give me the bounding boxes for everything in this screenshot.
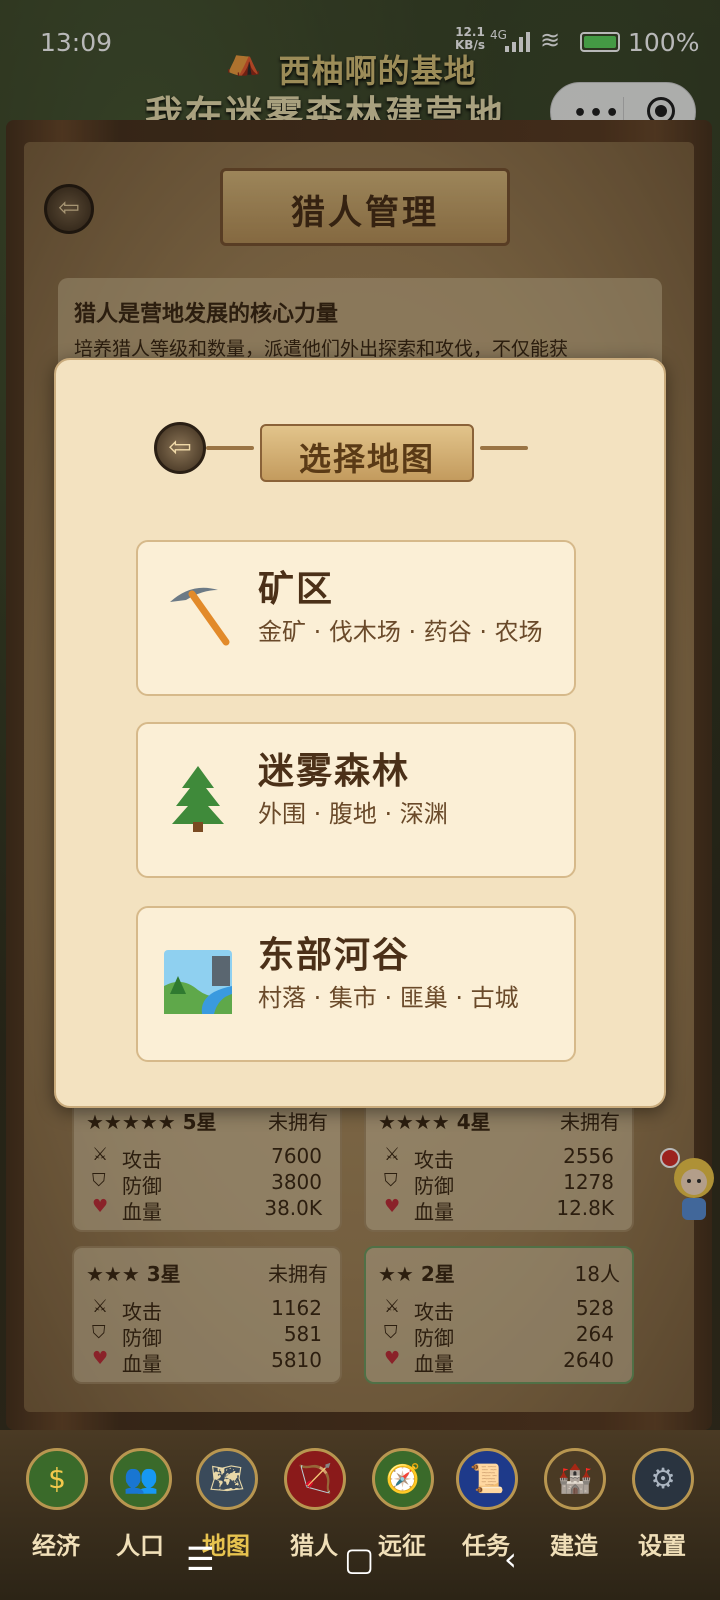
nav-build[interactable]: 🏰 建造 bbox=[534, 1442, 614, 1592]
back-icon[interactable]: ‹ bbox=[504, 1540, 517, 1578]
map-option-misty-forest[interactable]: 迷雾森林 外围 · 腹地 · 深渊 bbox=[136, 722, 576, 878]
evergreen-tree-icon bbox=[172, 766, 224, 832]
pickaxe-icon bbox=[170, 587, 230, 646]
map-icon: 🗺 bbox=[196, 1448, 258, 1510]
nav-economy[interactable]: $ 经济 bbox=[16, 1442, 96, 1592]
nav-population[interactable]: 👥 人口 bbox=[100, 1442, 180, 1592]
people-icon: 👥 bbox=[110, 1448, 172, 1510]
nav-settings[interactable]: ⚙ 设置 bbox=[622, 1442, 702, 1592]
bow-icon: 🏹 bbox=[284, 1448, 346, 1510]
compass-icon: 🧭 bbox=[372, 1448, 434, 1510]
castle-icon: 🏰 bbox=[544, 1448, 606, 1510]
dialog-title-banner: 选择地图 bbox=[206, 424, 528, 482]
menu-icon[interactable]: ☰ bbox=[186, 1540, 215, 1578]
select-map-dialog: ⇦ 选择地图 矿区 金矿 · 伐木场 · 药谷 · 农场 迷雾森林 外围 · 腹… bbox=[54, 358, 666, 1108]
scroll-icon: 📜 bbox=[456, 1448, 518, 1510]
map-option-east-valley[interactable]: 东部河谷 村落 · 集市 · 匪巢 · 古城 bbox=[136, 906, 576, 1062]
dialog-back-button[interactable]: ⇦ bbox=[154, 422, 206, 474]
home-icon[interactable]: ▢ bbox=[344, 1540, 374, 1578]
nav-hunter[interactable]: 🏹 猎人 bbox=[274, 1442, 354, 1592]
coin-icon: $ bbox=[26, 1448, 88, 1510]
dialog-title: 选择地图 bbox=[298, 440, 435, 478]
map-option-mining[interactable]: 矿区 金矿 · 伐木场 · 药谷 · 农场 bbox=[136, 540, 576, 696]
river-valley-icon bbox=[164, 950, 232, 1014]
gear-icon: ⚙ bbox=[632, 1448, 694, 1510]
